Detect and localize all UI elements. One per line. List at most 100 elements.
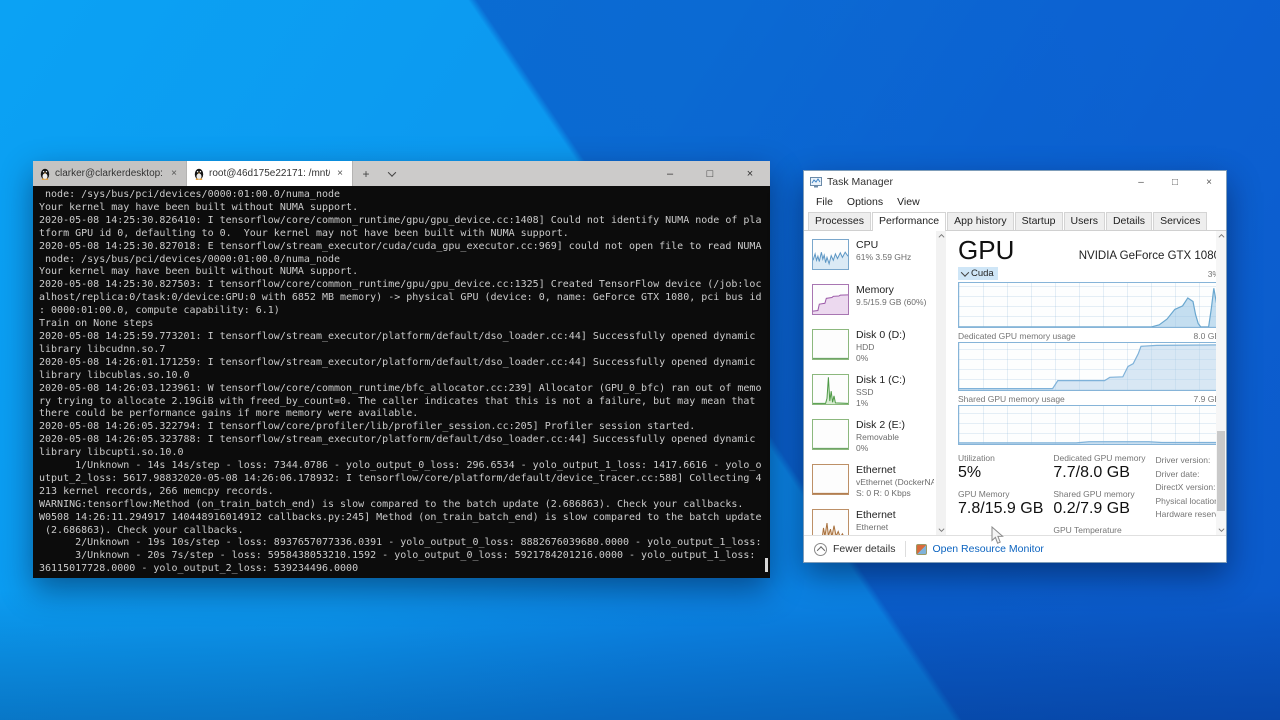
terminal-line: library libcudnn.so.7: [39, 344, 770, 357]
tab-users[interactable]: Users: [1064, 212, 1105, 230]
sidebar-item-subtitle: Removable: [856, 432, 905, 443]
terminal-line: 2020-05-08 14:26:01.171259: I tensorflow…: [39, 357, 770, 370]
terminal-titlebar[interactable]: clarker@clarkerdesktop: /mnt/c×root@46d1…: [33, 161, 770, 186]
terminal-line: library libcupti.so.10.0: [39, 447, 770, 460]
engine-label: Cuda: [971, 268, 994, 279]
scrollbar-thumb[interactable]: [1217, 431, 1225, 511]
stat-value: 5%: [958, 464, 1043, 482]
sidebar-item-subtitle: HDD: [856, 342, 906, 353]
menu-item-options[interactable]: Options: [841, 195, 889, 209]
performance-content: CPU61% 3.59 GHzMemory9.5/15.9 GB (60%)Di…: [804, 231, 1226, 535]
performance-sidebar: CPU61% 3.59 GHzMemory9.5/15.9 GB (60%)Di…: [804, 231, 934, 535]
terminal-line: 36115017728.0000 - yolo_output_2_loss: 5…: [39, 563, 770, 576]
open-resource-monitor-link[interactable]: Open Resource Monitor: [916, 543, 1043, 555]
tab-startup[interactable]: Startup: [1015, 212, 1063, 230]
menu-item-file[interactable]: File: [810, 195, 839, 209]
terminal-tab-title: root@46d175e22171: /mnt/c/U: [209, 168, 330, 179]
tab-app-history[interactable]: App history: [947, 212, 1014, 230]
sidebar-item-subtitle: vEthernet (DockerNAT): [856, 477, 934, 488]
sidebar-item-subtitle: Ethernet: [856, 522, 920, 533]
sidebar-item-subtitle: 0%: [856, 353, 906, 364]
tab-services[interactable]: Services: [1153, 212, 1207, 230]
tab-performance[interactable]: Performance: [872, 212, 946, 231]
sidebar-item-title: CPU: [856, 239, 911, 252]
tab-close-icon[interactable]: ×: [335, 168, 345, 179]
gpu-panel: GPU NVIDIA GeForce GTX 1080 Cuda 3% Dedi…: [946, 231, 1226, 535]
tab-processes[interactable]: Processes: [808, 212, 871, 230]
sidebar-item-cpu[interactable]: CPU61% 3.59 GHz: [812, 239, 934, 284]
sidebar-item-title: Memory: [856, 284, 926, 297]
fewer-details-label: Fewer details: [833, 543, 895, 555]
scroll-down-icon[interactable]: [1216, 525, 1226, 535]
driver-detail-label: Driver version:: [1156, 454, 1225, 468]
sidebar-item-ethernet[interactable]: EthernetEthernetS: 344 R: 0 Kbps: [812, 509, 934, 535]
driver-detail-label: Driver date:: [1156, 468, 1225, 482]
terminal-line: : 0000:01:00.0, compute capability: 6.1): [39, 305, 770, 318]
terminal-maximize-button[interactable]: □: [690, 161, 730, 186]
main-scrollbar[interactable]: [1216, 231, 1226, 535]
terminal-close-button[interactable]: ×: [730, 161, 770, 186]
tux-icon: [40, 168, 50, 180]
new-tab-button[interactable]: +: [353, 161, 379, 186]
terminal-line: Your kernel may have been built without …: [39, 266, 770, 279]
gpu-stats: Utilization5%GPU Memory7.8/15.9 GB Dedic…: [958, 453, 1220, 535]
mini-graph: [812, 284, 849, 315]
tm-minimize-button[interactable]: –: [1124, 171, 1158, 193]
scroll-up-icon[interactable]: [936, 231, 946, 241]
sidebar-item-disk-0-d-[interactable]: Disk 0 (D:)HDD0%: [812, 329, 934, 374]
sidebar-item-subtitle: 9.5/15.9 GB (60%): [856, 297, 926, 308]
terminal-line: 2020-05-08 14:26:05.322794: I tensorflow…: [39, 421, 770, 434]
terminal-minimize-button[interactable]: –: [650, 161, 690, 186]
terminal-line: W0508 14:26:11.294917 140448916014912 ca…: [39, 512, 770, 525]
terminal-line: 2020-05-08 14:26:03.123961: W tensorflow…: [39, 383, 770, 396]
chevron-down-icon: [961, 268, 969, 276]
gpu-temperature-label: GPU Temperature: [1053, 525, 1145, 535]
sidebar-item-subtitle: S: 344 R: 0 Kbps: [856, 533, 920, 536]
stat-value: 0.2/7.9 GB: [1053, 500, 1145, 518]
sidebar-scrollbar[interactable]: [936, 231, 946, 535]
terminal-line: 2020-05-08 14:25:30.827018: E tensorflow…: [39, 241, 770, 254]
sidebar-item-subtitle: S: 0 R: 0 Kbps: [856, 488, 934, 499]
tm-close-button[interactable]: ×: [1192, 171, 1226, 193]
scroll-up-icon[interactable]: [1216, 231, 1226, 241]
sidebar-item-ethernet[interactable]: EthernetvEthernet (DockerNAT)S: 0 R: 0 K…: [812, 464, 934, 509]
terminal-tab[interactable]: root@46d175e22171: /mnt/c/U ×: [187, 161, 353, 186]
sidebar-item-subtitle: 0%: [856, 443, 905, 454]
tab-close-icon[interactable]: ×: [169, 168, 179, 179]
sidebar-item-disk-2-e-[interactable]: Disk 2 (E:)Removable0%: [812, 419, 934, 464]
menu-item-view[interactable]: View: [891, 195, 926, 209]
fewer-details-button[interactable]: Fewer details: [814, 543, 895, 556]
terminal-window: clarker@clarkerdesktop: /mnt/c×root@46d1…: [33, 161, 770, 578]
titlebar-drag-area[interactable]: [405, 161, 650, 186]
terminal-output[interactable]: node: /sys/bus/pci/devices/0000:01:00.0/…: [33, 186, 770, 578]
task-manager-window: Task Manager – □ × FileOptionsView Proce…: [803, 170, 1227, 563]
terminal-line: Train on None steps: [39, 318, 770, 331]
chevron-down-icon: [388, 168, 396, 176]
tab-dropdown-button[interactable]: [379, 161, 405, 186]
terminal-line: 2020-05-08 14:25:30.826410: I tensorflow…: [39, 215, 770, 228]
sidebar-item-disk-1-c-[interactable]: Disk 1 (C:)SSD1%: [812, 374, 934, 419]
mini-graph: [812, 239, 849, 270]
scroll-down-icon[interactable]: [936, 525, 946, 535]
gpu-stat: Dedicated GPU memory7.7/8.0 GB: [1053, 453, 1145, 482]
sidebar-item-title: Disk 0 (D:): [856, 329, 906, 342]
terminal-tab[interactable]: clarker@clarkerdesktop: /mnt/c×: [33, 161, 187, 186]
gpu-stat: GPU Memory7.8/15.9 GB: [958, 489, 1043, 518]
task-manager-titlebar[interactable]: Task Manager – □ ×: [804, 171, 1226, 193]
terminal-line: 2020-05-08 14:26:05.323788: I tensorflow…: [39, 434, 770, 447]
stat-label: GPU Memory: [958, 489, 1043, 499]
engine-selector[interactable]: Cuda: [958, 267, 998, 280]
tm-maximize-button[interactable]: □: [1158, 171, 1192, 193]
gpu-stat: Shared GPU memory0.2/7.9 GB: [1053, 489, 1145, 518]
sidebar-item-title: Ethernet: [856, 464, 934, 477]
mini-graph: [812, 509, 849, 535]
terminal-line: 213 kernel records, 266 memcpy records.: [39, 486, 770, 499]
terminal-scrollbar-thumb[interactable]: [765, 558, 768, 572]
task-manager-icon: [810, 176, 822, 188]
tab-details[interactable]: Details: [1106, 212, 1152, 230]
stat-label: Dedicated GPU memory: [1053, 453, 1145, 463]
terminal-line: node: /sys/bus/pci/devices/0000:01:00.0/…: [39, 189, 770, 202]
sidebar-item-memory[interactable]: Memory9.5/15.9 GB (60%): [812, 284, 934, 329]
mini-graph: [812, 374, 849, 405]
terminal-line: ry trying to allocate 2.19GiB with freed…: [39, 396, 770, 409]
